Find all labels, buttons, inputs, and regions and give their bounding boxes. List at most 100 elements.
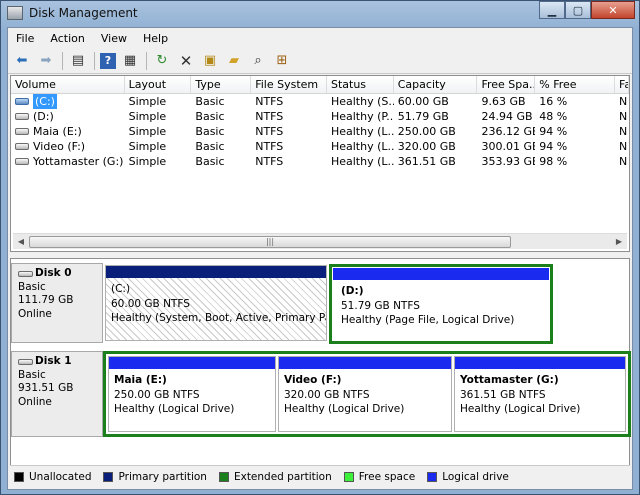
volume-row-d[interactable]: (D:) Simple Basic NTFS Healthy (P... 51.… xyxy=(11,109,629,124)
volume-row-e[interactable]: Maia (E:) Simple Basic NTFS Healthy (L..… xyxy=(11,124,629,139)
logical-drive-bar xyxy=(109,357,275,369)
volume-status: Healthy (P... xyxy=(330,110,394,123)
drive-icon xyxy=(15,158,29,165)
delete-icon[interactable]: ✕ xyxy=(176,51,196,71)
logical-drive-bar xyxy=(455,357,625,369)
column-percent-free[interactable]: % Free xyxy=(535,76,616,93)
volume-file-system: NTFS xyxy=(255,155,284,168)
partition-c[interactable]: (C:) 60.00 GB NTFS Healthy (System, Boot… xyxy=(105,265,327,341)
horizontal-scrollbar[interactable]: ◀ ||| ▶ xyxy=(13,233,627,249)
volume-percent-free: 94 % xyxy=(539,140,568,153)
toolbar-separator xyxy=(62,51,63,70)
title-bar[interactable]: Disk Management ▁ ▢ ✕ xyxy=(1,1,639,25)
legend-swatch xyxy=(343,471,354,482)
open-folder-icon[interactable]: ▰ xyxy=(224,51,244,71)
volume-type: Basic xyxy=(195,110,225,123)
menu-action[interactable]: Action xyxy=(42,32,92,45)
partition-size: 60.00 GB NTFS xyxy=(111,297,190,310)
partition-name: (C:) xyxy=(111,283,131,295)
drive-icon xyxy=(15,143,29,150)
column-volume[interactable]: Volume xyxy=(11,76,125,93)
partition-g[interactable]: Yottamaster (G:) 361.51 GB NTFS Healthy … xyxy=(454,356,626,432)
volume-fault-tolerance: N xyxy=(619,140,628,153)
volume-name: (C:) xyxy=(33,94,57,109)
partition-f[interactable]: Video (F:) 320.00 GB NTFS Healthy (Logic… xyxy=(278,356,452,432)
partition-name: Yottamaster (G:) xyxy=(460,374,559,386)
properties-icon[interactable]: ▦ xyxy=(120,51,140,71)
column-layout[interactable]: Layout xyxy=(125,76,192,93)
console-icon[interactable]: ▤ xyxy=(68,51,88,71)
volume-capacity: 51.79 GB xyxy=(397,110,449,123)
drive-icon xyxy=(15,128,29,135)
volume-capacity: 361.51 GB xyxy=(397,155,456,168)
back-icon[interactable]: ⬅ xyxy=(12,51,32,71)
volume-row-f[interactable]: Video (F:) Simple Basic NTFS Healthy (L.… xyxy=(11,139,629,154)
partition-size: 250.00 GB NTFS xyxy=(114,388,200,401)
volume-fault-tolerance: N xyxy=(619,125,628,138)
volume-status: Healthy (L... xyxy=(330,140,394,153)
volume-type: Basic xyxy=(195,125,225,138)
scroll-right-icon[interactable]: ▶ xyxy=(612,235,626,248)
volume-fault-tolerance: N xyxy=(619,110,628,123)
forward-icon[interactable]: ➡ xyxy=(36,51,56,71)
legend-label: Extended partition xyxy=(233,470,332,483)
column-fault-tolerance[interactable]: Fa xyxy=(615,76,629,93)
volume-layout: Simple xyxy=(128,125,167,138)
minimize-button[interactable]: ▁ xyxy=(539,1,565,19)
disk-map: Disk 0 Basic 111.79 GB Online (C:) 60.00… xyxy=(10,258,631,470)
volume-percent-free: 94 % xyxy=(539,125,568,138)
legend-label: Free space xyxy=(358,470,416,483)
volume-free-space: 9.63 GB xyxy=(481,95,526,108)
column-free-space[interactable]: Free Spa... xyxy=(477,76,536,93)
partition-name: Maia (E:) xyxy=(114,374,167,386)
disk-size: 111.79 GB xyxy=(18,294,74,306)
volume-fault-tolerance: N xyxy=(619,155,628,168)
scroll-left-icon[interactable]: ◀ xyxy=(14,235,28,248)
legend-unallocated: Unallocated xyxy=(14,471,91,483)
menu-file[interactable]: File xyxy=(8,32,42,45)
checkmark-folder-icon[interactable]: ▣ xyxy=(200,51,220,71)
disk-state: Online xyxy=(18,307,52,320)
legend-label: Primary partition xyxy=(118,470,207,483)
search-icon[interactable]: ⌕ xyxy=(248,51,268,71)
partition-status: Healthy (Logical Drive) xyxy=(460,403,581,415)
menu-view[interactable]: View xyxy=(93,32,135,45)
window-title: Disk Management xyxy=(29,6,138,20)
partition-status: Healthy (Logical Drive) xyxy=(284,403,405,415)
disk-info-0[interactable]: Disk 0 Basic 111.79 GB Online xyxy=(11,263,103,343)
scrollbar-thumb[interactable]: ||| xyxy=(29,236,511,248)
partition-size: 320.00 GB NTFS xyxy=(284,388,370,401)
volume-file-system: NTFS xyxy=(255,95,284,108)
volume-capacity: 60.00 GB xyxy=(397,95,449,108)
disk-name: Disk 1 xyxy=(35,355,72,367)
volume-capacity: 250.00 GB xyxy=(397,125,456,138)
partition-size: 51.79 GB NTFS xyxy=(341,299,420,312)
volume-layout: Simple xyxy=(128,140,167,153)
system-drive-icon xyxy=(15,98,29,105)
legend-swatch xyxy=(427,471,438,482)
volume-row-c[interactable]: (C:) Simple Basic NTFS Healthy (S... 60.… xyxy=(11,94,629,109)
disk-management-icon xyxy=(7,6,23,20)
export-icon[interactable]: ⊞ xyxy=(272,51,292,71)
partition-d[interactable]: (D:) 51.79 GB NTFS Healthy (Page File, L… xyxy=(333,268,549,340)
toolbar: ⬅ ➡ ▤ ? ▦ ↻ ✕ ▣ ▰ ⌕ ⊞ xyxy=(8,48,632,74)
column-capacity[interactable]: Capacity xyxy=(394,76,478,93)
partition-status: Healthy (System, Boot, Active, Primary P… xyxy=(111,312,326,324)
column-file-system[interactable]: File System xyxy=(251,76,327,93)
volume-type: Basic xyxy=(195,95,225,108)
column-type[interactable]: Type xyxy=(191,76,252,93)
maximize-button[interactable]: ▢ xyxy=(565,1,591,19)
partition-name: Video (F:) xyxy=(284,374,342,386)
volume-row-g[interactable]: Yottamaster (G:) Simple Basic NTFS Healt… xyxy=(11,154,629,169)
refresh-icon[interactable]: ↻ xyxy=(152,51,172,71)
menu-help[interactable]: Help xyxy=(135,32,176,45)
disk-kind: Basic xyxy=(18,280,46,293)
volume-name: Yottamaster (G:) xyxy=(33,155,124,168)
help-icon[interactable]: ? xyxy=(100,52,116,69)
disk-info-1[interactable]: Disk 1 Basic 931.51 GB Online xyxy=(11,351,103,437)
partition-e[interactable]: Maia (E:) 250.00 GB NTFS Healthy (Logica… xyxy=(108,356,276,432)
toolbar-separator xyxy=(146,51,147,70)
partition-status: Healthy (Page File, Logical Drive) xyxy=(341,314,515,326)
close-button[interactable]: ✕ xyxy=(591,1,635,19)
column-status[interactable]: Status xyxy=(327,76,394,93)
